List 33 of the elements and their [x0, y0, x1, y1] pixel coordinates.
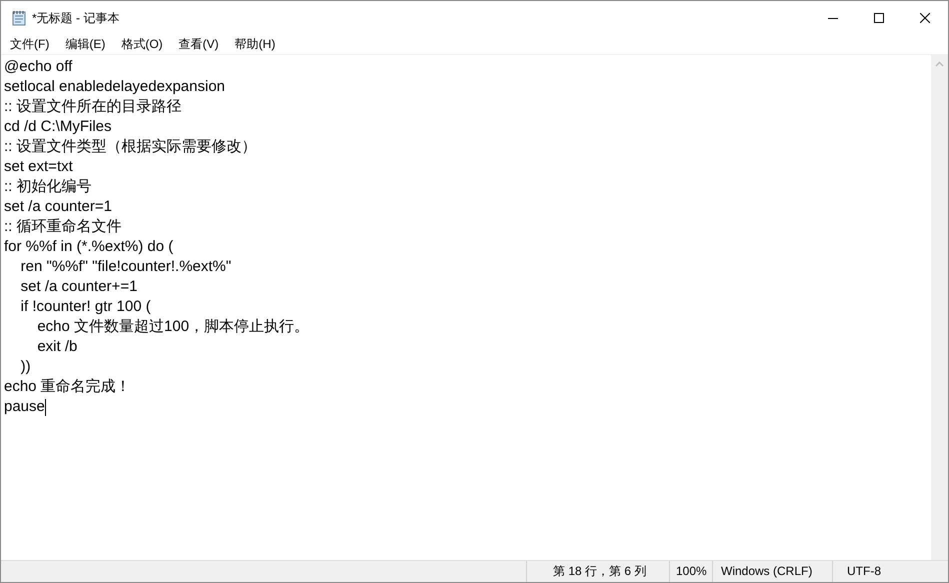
code-line: :: 循环重命名文件 [4, 217, 123, 237]
code-line: for %%f in (*.%ext%) do ( [4, 237, 174, 257]
code-line: :: 初始化编号 [4, 177, 93, 197]
menu-item[interactable]: 格式(O) [113, 35, 171, 54]
status-text: 100% [669, 561, 712, 582]
code-line: setlocal enabledelayedexpansion [4, 77, 226, 97]
vertical-scrollbar[interactable] [931, 55, 948, 560]
code-line: set ext=txt [4, 157, 74, 177]
menu-item[interactable]: 帮助(H) [226, 35, 284, 54]
status-text: 第 18 行，第 6 列 [526, 561, 669, 582]
close-icon [920, 13, 930, 23]
status-text: UTF-8 [832, 561, 948, 582]
menu-item[interactable]: 编辑(E) [57, 35, 114, 54]
scroll-up-icon[interactable] [935, 61, 944, 67]
code-line: )) [20, 357, 32, 377]
code-line: echo 重命名完成！ [4, 377, 132, 397]
code-line: echo 文件数量超过100，脚本停止执行。 [36, 317, 310, 337]
menu-item[interactable]: 查看(V) [170, 35, 227, 54]
code-line: if !counter! gtr 100 ( [20, 297, 152, 317]
status-text: Windows (CRLF) [712, 561, 832, 582]
code-line: set /a counter=1 [4, 197, 113, 217]
code-line: @echo off [4, 57, 74, 77]
code-line: pause [4, 397, 47, 417]
code-line: cd /d C:\MyFiles [4, 117, 113, 137]
notepad-icon [11, 10, 27, 26]
code-line: set /a counter+=1 [20, 277, 138, 297]
maximize-icon [874, 13, 884, 23]
code-line: ren "%%f" "file!counter!.%ext%" [20, 257, 232, 277]
menu-item[interactable]: 文件(F) [2, 35, 58, 54]
code-line: exit /b [36, 337, 78, 357]
code-line: :: 设置文件类型（根据实际需要修改） [4, 137, 258, 157]
window-title: *无标题 - 记事本 [32, 10, 120, 26]
code-line: :: 设置文件所在的目录路径 [4, 97, 183, 117]
